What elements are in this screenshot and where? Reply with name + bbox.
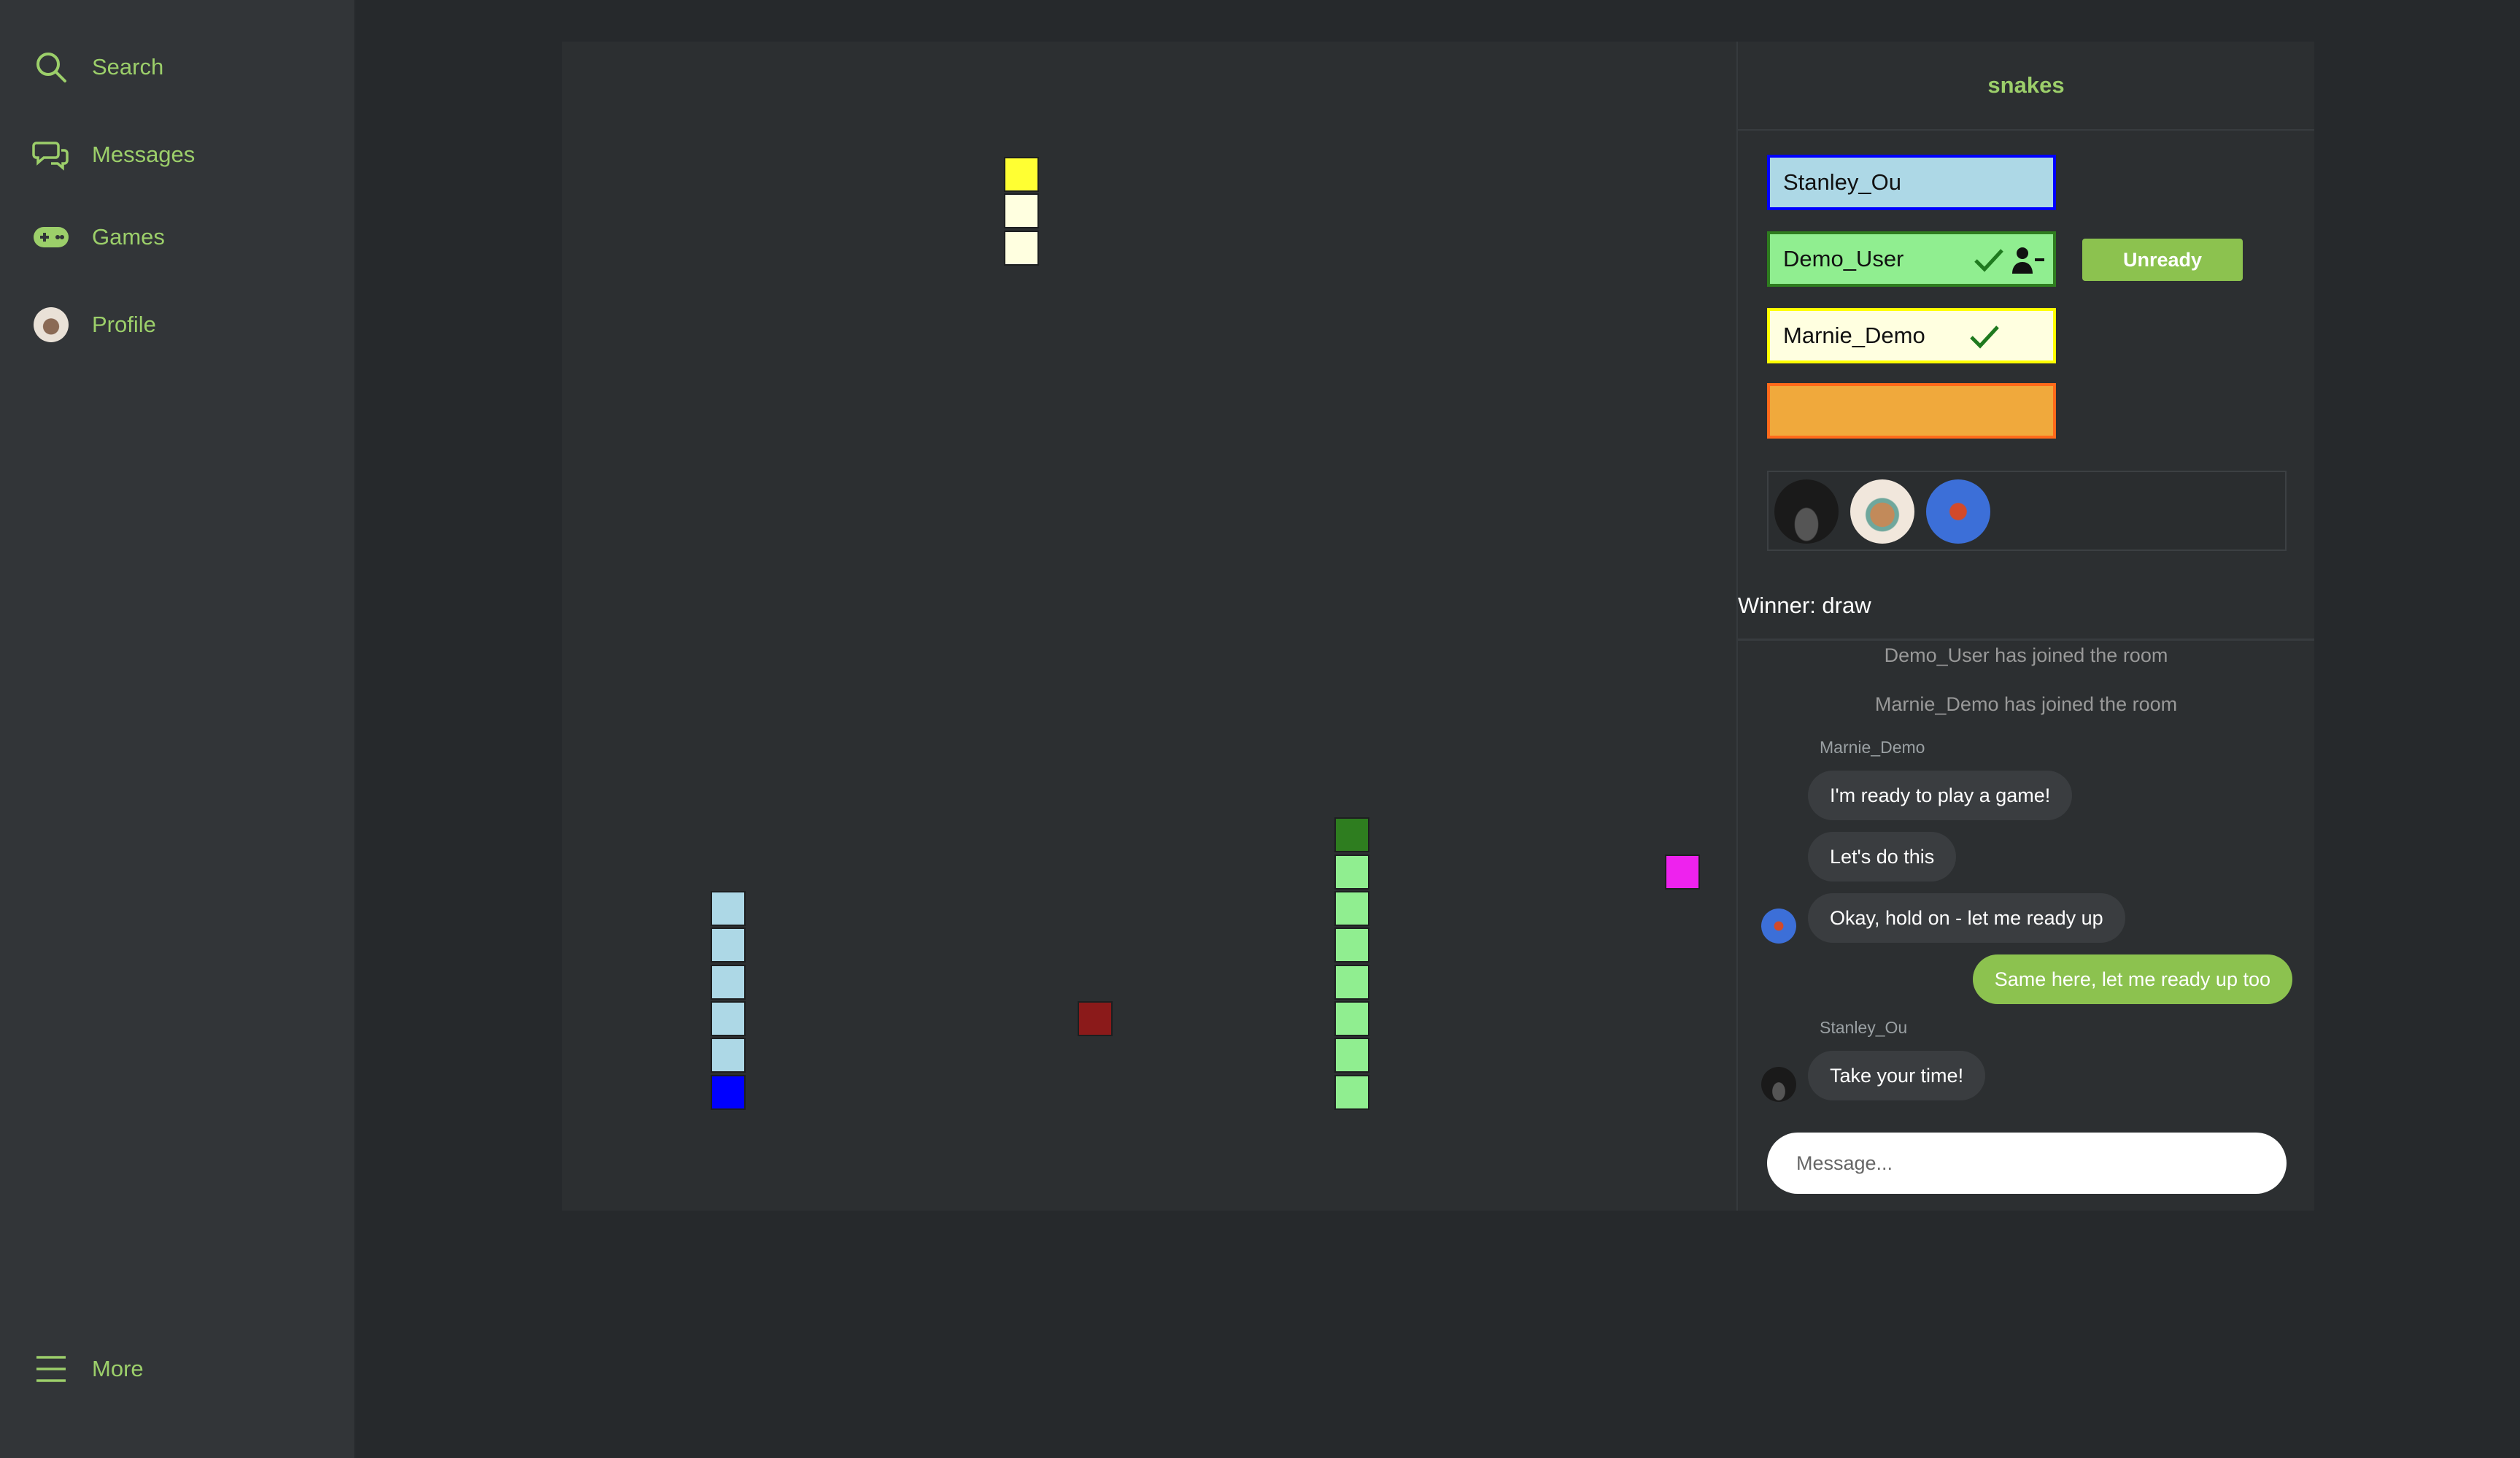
snake-segment: [1334, 854, 1370, 890]
hamburger-menu-icon: [32, 1350, 70, 1388]
remove-user-icon[interactable]: [2011, 246, 2046, 281]
player-slot-4-empty: [1767, 383, 2056, 439]
message-sender: Stanley_Ou: [1820, 1018, 1908, 1037]
gamepad-icon: [32, 218, 70, 256]
system-message: Demo_User has joined the room: [1884, 644, 2168, 666]
sidebar-item-more[interactable]: More: [32, 1347, 144, 1391]
sidebar-item-search[interactable]: Search: [32, 45, 163, 89]
snake-segment: [1334, 891, 1370, 926]
player-name: Stanley_Ou: [1783, 169, 1901, 195]
headphones-avatar: [1761, 909, 1796, 944]
snake-segment: [1004, 230, 1040, 266]
sidebar-item-label: Search: [92, 54, 164, 80]
headphones-avatar[interactable]: [1926, 479, 1990, 544]
sidebar-item-games[interactable]: Games: [32, 215, 165, 259]
profile-avatar: [32, 306, 70, 344]
chat-message: Let's do this: [1808, 832, 1957, 882]
message-input[interactable]: [1767, 1133, 2287, 1194]
snake-segment: [1334, 1074, 1370, 1110]
snake-segment: [1334, 1000, 1370, 1036]
spectator-list: [1767, 471, 2287, 551]
ready-check-icon: [1973, 246, 2005, 281]
snake-segment: [711, 1000, 746, 1036]
ready-check-icon: [1968, 323, 2001, 358]
chat-message: I'm ready to play a game!: [1808, 771, 2073, 820]
message-sender: Marnie_Demo: [1820, 738, 1925, 757]
snake-segment: [711, 1038, 746, 1073]
room-title: snakes: [1738, 42, 2314, 131]
snake-segment: [1334, 927, 1370, 963]
snake-segment: [1334, 964, 1370, 1000]
chat-message: Take your time!: [1808, 1051, 1986, 1100]
player-slot-1: Stanley_Ou: [1767, 155, 2056, 210]
chat-message-own: Same here, let me ready up too: [1972, 954, 2292, 1004]
sidebar-item-label: Profile: [92, 312, 156, 337]
car-avatar: [1761, 1067, 1796, 1102]
game-board[interactable]: [562, 42, 1736, 1211]
sidebar-item-messages[interactable]: Messages: [32, 133, 195, 177]
sidebar-item-profile[interactable]: Profile: [32, 303, 156, 347]
sidebar-item-label: Messages: [92, 142, 196, 167]
snake-head: [1004, 157, 1040, 192]
chat-message: Okay, hold on - let me ready up: [1808, 893, 2125, 943]
player-name: Marnie_Demo: [1783, 323, 1925, 348]
snake-head: [1334, 817, 1370, 853]
snake-segment: [1004, 193, 1040, 229]
chat-bubbles-icon: [32, 136, 70, 174]
snake-head: [711, 1074, 746, 1110]
player-slot-2: Demo_User: [1767, 231, 2056, 287]
food-item: [1078, 1000, 1113, 1036]
winner-text: Winner: draw: [1738, 593, 1871, 618]
snake-segment: [711, 891, 746, 926]
player-slot-3: Marnie_Demo: [1767, 308, 2056, 363]
sidebar: Search Messages Games Profile More: [0, 0, 355, 1458]
player-name: Demo_User: [1783, 246, 1904, 271]
game-room-panel: snakes Stanley_Ou Demo_User Unready Marn…: [1736, 42, 2314, 1211]
snake-segment: [711, 927, 746, 963]
unready-button[interactable]: Unready: [2082, 239, 2243, 281]
system-message: Marnie_Demo has joined the room: [1874, 693, 2178, 715]
car-avatar[interactable]: [1774, 479, 1839, 544]
sidebar-item-label: Games: [92, 224, 165, 250]
owl-avatar[interactable]: [1850, 479, 1914, 544]
divider: [1738, 639, 2314, 641]
snake-segment: [1334, 1038, 1370, 1073]
snake-segment: [711, 964, 746, 1000]
food-item: [1664, 854, 1700, 890]
search-icon: [32, 48, 70, 86]
sidebar-item-label: More: [92, 1356, 144, 1381]
